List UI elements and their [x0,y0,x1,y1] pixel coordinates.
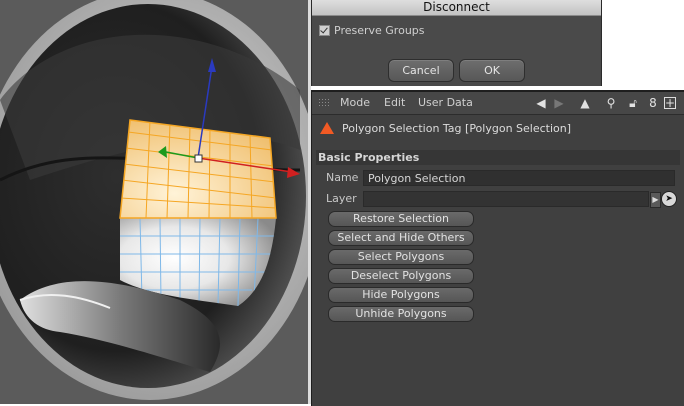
deselect-polygons-button[interactable]: Deselect Polygons [328,268,474,284]
tag-title: Polygon Selection Tag [Polygon Selection… [342,122,572,135]
disconnect-dialog: Disconnect Preserve Groups Cancel OK [311,0,602,86]
name-field[interactable]: Polygon Selection [363,170,675,186]
viewport-render [0,0,308,404]
forward-arrow-icon[interactable]: ▶ [552,96,566,110]
layer-picker-icon[interactable]: ➤ [661,191,677,207]
section-basic-properties[interactable]: Basic Properties [316,150,680,165]
lock-icon[interactable]: 🔓︎ [626,96,640,110]
hide-polygons-button[interactable]: Hide Polygons [328,287,474,303]
unhide-polygons-button[interactable]: Unhide Polygons [328,306,474,322]
up-arrow-icon[interactable]: ▲ [578,96,592,110]
layer-label: Layer [326,192,357,205]
menu-mode[interactable]: Mode [340,96,370,110]
preserve-groups-label: Preserve Groups [334,23,425,37]
dialog-title: Disconnect [312,0,601,16]
3d-viewport[interactable] [0,0,308,404]
back-arrow-icon[interactable]: ◀ [534,96,548,110]
restore-selection-button[interactable]: Restore Selection [328,211,474,227]
ok-button[interactable]: OK [459,59,525,82]
cancel-button[interactable]: Cancel [388,59,454,82]
select-and-hide-others-button[interactable]: Select and Hide Others [328,230,474,246]
checkbox-checked-icon[interactable] [319,24,330,36]
layer-menu-arrow-icon[interactable]: ▶ [650,192,661,208]
select-polygons-button[interactable]: Select Polygons [328,249,474,265]
attribute-toolbar: Mode Edit User Data ◀ ▶ ▲ ⚲ 🔓︎ 8 + [312,92,684,115]
link-icon[interactable]: 8 [646,96,660,110]
tag-header: Polygon Selection Tag [Polygon Selection… [312,120,684,138]
menu-user-data[interactable]: User Data [418,96,473,110]
polygon-selection-tag-icon [320,122,334,134]
menu-edit[interactable]: Edit [384,96,405,110]
grip-icon[interactable] [318,98,330,108]
search-icon[interactable]: ⚲ [604,96,618,110]
new-panel-icon[interactable]: + [664,97,676,109]
layer-field[interactable] [363,191,649,207]
preserve-groups-checkbox[interactable]: Preserve Groups [319,23,425,37]
name-label: Name [326,171,359,184]
attribute-manager: Mode Edit User Data ◀ ▶ ▲ ⚲ 🔓︎ 8 + Polyg… [311,90,684,406]
